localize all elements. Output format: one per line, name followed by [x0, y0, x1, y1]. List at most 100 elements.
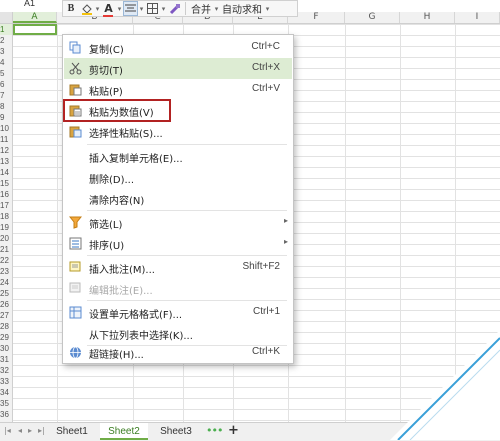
select-all-corner[interactable]	[0, 12, 13, 23]
column-header-i[interactable]: I	[455, 12, 500, 23]
more-sheets-icon[interactable]: •••	[206, 424, 223, 437]
column-header-a[interactable]: A	[13, 12, 57, 23]
first-sheet-icon[interactable]: |◂	[4, 426, 11, 435]
autosum-dropdown-icon[interactable]: ▾	[264, 1, 271, 16]
row-header-35[interactable]: 35	[0, 398, 12, 409]
submenu-arrow-icon: ▸	[283, 216, 288, 225]
menu-item-label: 选择性粘贴(S)...	[89, 129, 163, 140]
row-header-27[interactable]: 27	[0, 310, 12, 321]
align-center-icon[interactable]	[123, 1, 138, 16]
fill-color-dropdown-icon[interactable]: ▾	[94, 1, 101, 16]
sort-icon	[69, 237, 82, 250]
comment-icon	[69, 261, 81, 272]
row-header-1[interactable]: 1	[0, 24, 12, 35]
format-cells-icon	[69, 306, 82, 319]
sheet-tab-3[interactable]: Sheet3	[154, 423, 198, 440]
merge-button[interactable]: 合并	[189, 1, 213, 16]
prev-sheet-icon[interactable]: ◂	[18, 426, 22, 435]
menu-item-delete[interactable]: 删除(D)...	[64, 167, 292, 188]
row-header-19[interactable]: 19	[0, 222, 12, 233]
row-header-7[interactable]: 7	[0, 90, 12, 101]
row-header-31[interactable]: 31	[0, 354, 12, 365]
menu-item-label: 插入批注(M)...	[89, 265, 155, 276]
row-header-8[interactable]: 8	[0, 101, 12, 112]
border-icon[interactable]	[145, 1, 160, 16]
row-header-34[interactable]: 34	[0, 387, 12, 398]
edit-comment-icon	[69, 282, 81, 293]
column-header-g[interactable]: G	[345, 12, 400, 23]
menu-item-filter[interactable]: 筛选(L) ▸	[64, 212, 292, 233]
font-color-dropdown-icon[interactable]: ▾	[116, 1, 123, 16]
row-header-9[interactable]: 9	[0, 112, 12, 123]
scissors-icon	[69, 62, 82, 75]
menu-item-label: 设置单元格格式(F)...	[89, 310, 183, 321]
row-header-25[interactable]: 25	[0, 288, 12, 299]
row-header-14[interactable]: 14	[0, 167, 12, 178]
row-header-29[interactable]: 29	[0, 332, 12, 343]
bold-button[interactable]: B	[63, 1, 79, 16]
row-header-17[interactable]: 17	[0, 200, 12, 211]
menu-item-label: 粘贴为数值(V)	[89, 108, 154, 119]
menu-item-shortcut: Ctrl+X	[251, 62, 280, 73]
row-header-30[interactable]: 30	[0, 343, 12, 354]
row-header-10[interactable]: 10	[0, 123, 12, 134]
row-header-12[interactable]: 12	[0, 145, 12, 156]
row-header-16[interactable]: 16	[0, 189, 12, 200]
row-header-33[interactable]: 33	[0, 376, 12, 387]
row-header-28[interactable]: 28	[0, 321, 12, 332]
active-cell-a1[interactable]	[13, 24, 57, 35]
align-dropdown-icon[interactable]: ▾	[138, 1, 145, 16]
border-dropdown-icon[interactable]: ▾	[160, 1, 167, 16]
fill-color-icon[interactable]	[79, 1, 94, 16]
menu-item-insert-copied-cells[interactable]: 插入复制单元格(E)...	[64, 146, 292, 167]
menu-item-pick-from-list[interactable]: 从下拉列表中选择(K)...	[64, 323, 292, 344]
autosum-button[interactable]: 自动求和	[220, 1, 264, 16]
row-header-20[interactable]: 20	[0, 233, 12, 244]
format-painter-icon[interactable]	[167, 1, 182, 16]
submenu-arrow-icon: ▸	[283, 237, 288, 246]
menu-item-shortcut: Ctrl+K	[251, 346, 280, 357]
menu-item-format-cells[interactable]: 设置单元格格式(F)... Ctrl+1	[64, 302, 292, 323]
menu-item-clear-contents[interactable]: 清除内容(N)	[64, 188, 292, 209]
row-header-11[interactable]: 11	[0, 134, 12, 145]
menu-item-paste-special[interactable]: 选择性粘贴(S)...	[64, 121, 292, 142]
row-header-32[interactable]: 32	[0, 365, 12, 376]
row-header-13[interactable]: 13	[0, 156, 12, 167]
column-header-h[interactable]: H	[400, 12, 455, 23]
row-header-26[interactable]: 26	[0, 299, 12, 310]
menu-item-shortcut: Ctrl+C	[251, 41, 280, 52]
font-color-letter: A	[104, 2, 113, 15]
row-header-4[interactable]: 4	[0, 57, 12, 68]
row-header-5[interactable]: 5	[0, 68, 12, 79]
next-sheet-icon[interactable]: ▸	[28, 426, 32, 435]
menu-item-sort[interactable]: 排序(U) ▸	[64, 233, 292, 254]
menu-item-cut[interactable]: 剪切(T) Ctrl+X	[64, 58, 292, 79]
menu-item-label: 筛选(L)	[89, 220, 123, 231]
row-header-3[interactable]: 3	[0, 46, 12, 57]
last-sheet-icon[interactable]: ▸|	[38, 426, 45, 435]
menu-item-paste-values[interactable]: 粘贴为数值(V)	[63, 99, 171, 122]
row-header-23[interactable]: 23	[0, 266, 12, 277]
row-header-bar: 1 2 3 4 5 6 7 8 9 10 11 12 13 14 15 16 17 18 19 20 21 22 23 24 2…	[0, 24, 13, 430]
menu-item-copy[interactable]: 复制(C) Ctrl+C	[64, 37, 292, 58]
row-header-21[interactable]: 21	[0, 244, 12, 255]
row-header-22[interactable]: 22	[0, 255, 12, 266]
menu-item-paste[interactable]: 粘贴(P) Ctrl+V	[64, 79, 292, 100]
sheet-tab-1[interactable]: Sheet1	[50, 423, 94, 440]
add-sheet-icon[interactable]: +	[228, 423, 239, 438]
menu-item-label: 剪切(T)	[89, 66, 123, 77]
row-header-2[interactable]: 2	[0, 35, 12, 46]
sheet-tab-2[interactable]: Sheet2	[100, 423, 148, 440]
row-header-18[interactable]: 18	[0, 211, 12, 222]
hyperlink-icon	[70, 346, 81, 359]
row-header-36[interactable]: 36	[0, 409, 12, 420]
paste-special-icon	[69, 126, 82, 138]
paste-icon	[69, 84, 82, 96]
menu-item-insert-comment[interactable]: 插入批注(M)... Shift+F2	[64, 257, 292, 278]
row-header-6[interactable]: 6	[0, 79, 12, 90]
font-color-button[interactable]: A	[101, 1, 116, 17]
row-header-24[interactable]: 24	[0, 277, 12, 288]
row-header-15[interactable]: 15	[0, 178, 12, 189]
merge-dropdown-icon[interactable]: ▾	[213, 1, 220, 16]
menu-item-hyperlink[interactable]: 超链接(H)... Ctrl+K	[64, 342, 292, 363]
